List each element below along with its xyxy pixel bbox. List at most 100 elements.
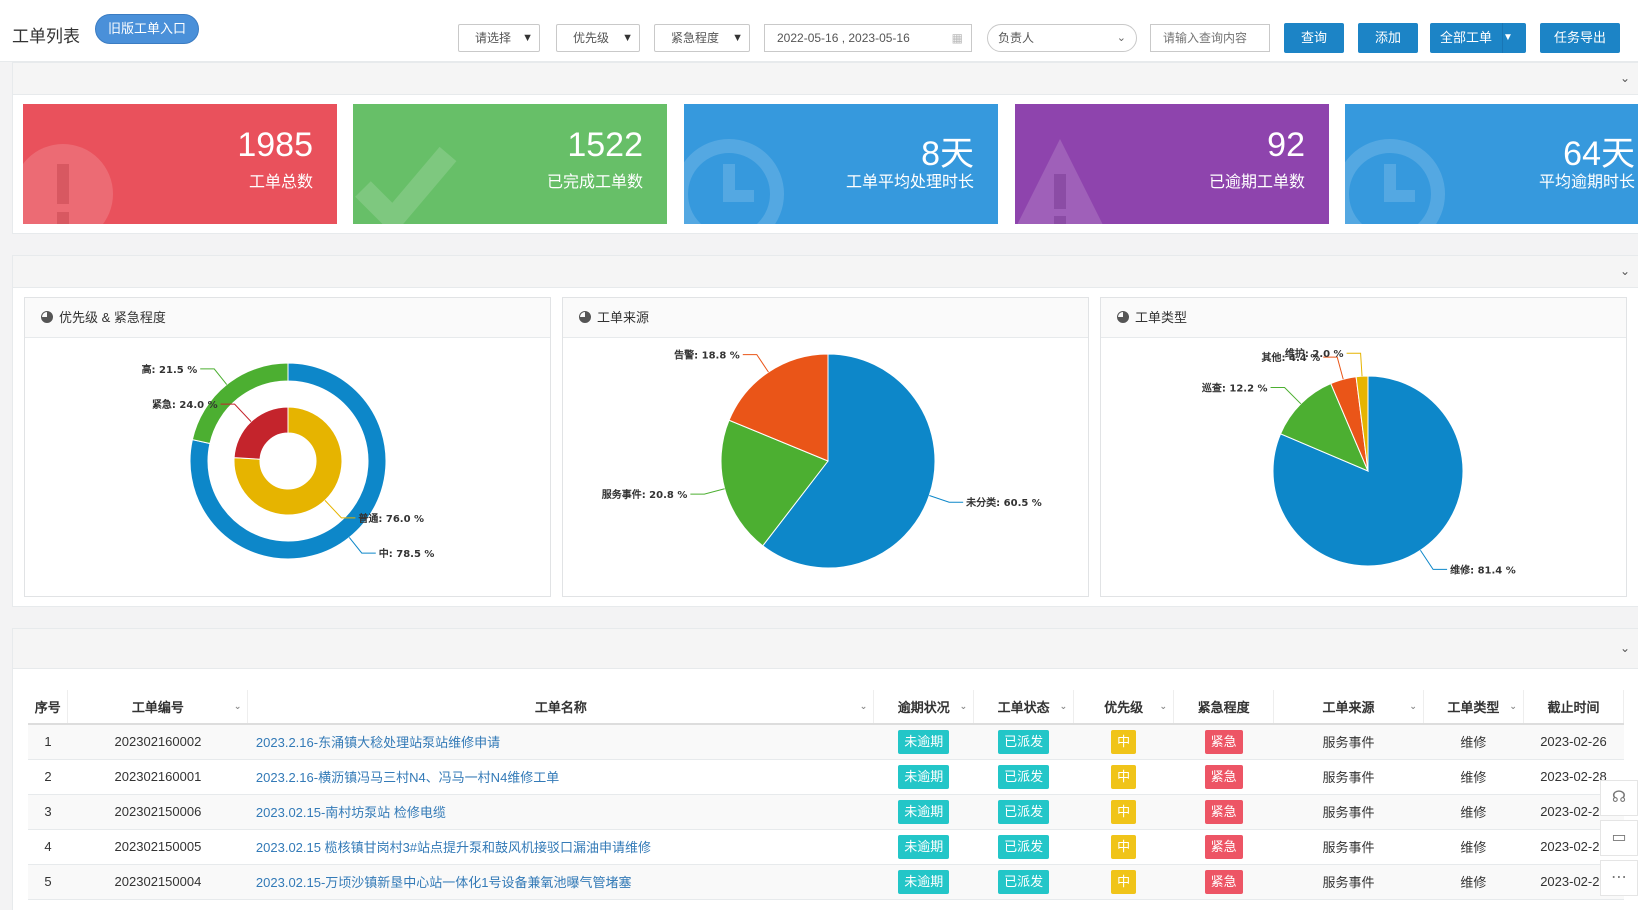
table-row[interactable]: 2 202302160001 2023.2.16-横沥镇冯马三村N4、冯马一村N4维…: [28, 759, 1624, 795]
chevron-down-icon: ▼: [732, 32, 743, 44]
chart-title: 工单类型: [1135, 310, 1188, 325]
order-code: 202302150006: [67, 794, 248, 830]
table-row[interactable]: 5 202302150004 2023.02.15-万顷沙镇新垦中心站一体化1号设备…: [28, 864, 1624, 900]
label-leader-line: [1323, 356, 1344, 380]
clock-icon: [684, 139, 784, 224]
headset-icon[interactable]: ☊: [1600, 780, 1638, 816]
slice-label: 未分类: 60.5 %: [965, 496, 1042, 509]
table-row[interactable]: 3 202302150006 2023.02.15-南村坊泵站 检修电缆 未逾期 已派发…: [28, 794, 1624, 830]
label-leader-line: [1419, 549, 1448, 570]
order-type: 维修: [1423, 864, 1524, 900]
order-name-link[interactable]: 2023.2.16-东涌镇大稔处理站泵站维修申请: [247, 724, 874, 760]
order-name-link[interactable]: 2023.02.15-万顷沙镇新垦中心站一体化1号设备兼氧池曝气管堵塞: [247, 864, 874, 900]
order-source: 服务事件: [1273, 794, 1424, 830]
chart-priority-urgency: 优先级 & 紧急程度 中: 78.5 % 高: 21.5 % 普通: 76.0 % 紧…: [24, 297, 551, 597]
stat-label: 工单平均处理时长: [845, 174, 974, 191]
order-source: 服务事件: [1273, 864, 1424, 900]
search-input[interactable]: [1150, 24, 1270, 52]
column-header[interactable]: 工单类型 ⌄: [1423, 690, 1524, 725]
stat-value: 1985: [237, 126, 313, 164]
work-order-table: 序号 工单编号 ⌄ 工单名称 ⌄ 逾期状况 ⌄ 工单状态 ⌄ 优先级 ⌄ 紧急程度 工单来源 ⌄ 工单类型 ⌄…: [28, 690, 1625, 900]
sort-chevron-icon[interactable]: ⌄: [860, 701, 868, 712]
sort-chevron-icon[interactable]: ⌄: [1509, 701, 1517, 712]
column-header[interactable]: 工单状态 ⌄: [973, 690, 1075, 725]
row-index: 1: [28, 724, 68, 760]
collapse-chevron-icon[interactable]: ⌄: [1620, 71, 1630, 85]
order-source: 服务事件: [1273, 724, 1424, 760]
sort-chevron-icon[interactable]: ⌄: [960, 701, 968, 712]
stat-value: 1522: [567, 126, 643, 164]
overdue-badge: 未逾期: [898, 764, 950, 789]
slice-label: 维修: 81.4 %: [1450, 563, 1516, 576]
chevron-down-icon: ⌄: [1116, 32, 1126, 44]
order-name-link[interactable]: 2023.02.15-南村坊泵站 检修电缆: [247, 794, 874, 830]
column-header[interactable]: 工单名称 ⌄: [247, 690, 875, 725]
pie-chart: 未分类: 60.5 % 服务事件: 20.8 % 告警: 18.8 %: [602, 349, 1042, 569]
column-header[interactable]: 逾期状况 ⌄: [873, 690, 975, 725]
chart-source: 工单来源 未分类: 60.5 % 服务事件: 20.8 % 告警: 18.8 %: [562, 297, 1089, 597]
priority-badge: 中: [1111, 729, 1137, 754]
donut-chart: 中: 78.5 % 高: 21.5 % 普通: 76.0 % 紧急: 24.0 %: [142, 362, 434, 560]
priority-badge: 中: [1111, 869, 1137, 894]
slice-label: 普通: 76.0 %: [358, 512, 424, 525]
slice-label: 巡查: 12.2 %: [1202, 382, 1268, 395]
order-type: 维修: [1423, 829, 1524, 865]
pie-slice-紧急[interactable]: [233, 406, 289, 460]
clock-icon: [1345, 139, 1445, 224]
chart-title: 优先级 & 紧急程度: [59, 310, 166, 325]
add-button[interactable]: 添加: [1358, 23, 1418, 53]
dropdown-caret-icon[interactable]: ▼: [1502, 23, 1526, 53]
panel-header: ⌄: [13, 629, 1638, 669]
table-header-row: 序号 工单编号 ⌄ 工单名称 ⌄ 逾期状况 ⌄ 工单状态 ⌄ 优先级 ⌄ 紧急程度 工单来源 ⌄ 工单类型 ⌄…: [28, 690, 1625, 725]
stat-label: 已完成工单数: [546, 174, 643, 191]
date-range-input[interactable]: 2022-05-16 , 2023-05-16 ▦: [764, 24, 972, 52]
stat-card: 1985 工单总数: [23, 104, 337, 224]
message-icon[interactable]: ▭: [1600, 820, 1638, 856]
column-header[interactable]: 序号: [28, 690, 69, 725]
row-index: 3: [28, 794, 68, 830]
order-type: 维修: [1423, 724, 1524, 760]
table-row[interactable]: 1 202302160002 2023.2.16-东涌镇大稔处理站泵站维修申请 未逾期…: [28, 724, 1624, 760]
query-button[interactable]: 查询: [1284, 23, 1344, 53]
order-name-link[interactable]: 2023.02.15 榄核镇甘岗村3#站点提升泵和鼓风机接驳口漏油申请维修: [247, 829, 874, 865]
priority-badge: 中: [1111, 834, 1137, 859]
label-leader-line: [1346, 352, 1363, 377]
status-badge: 已派发: [998, 834, 1050, 859]
urgency-badge: 紧急: [1204, 834, 1243, 859]
page-title: 工单列表: [12, 27, 80, 46]
slice-label: 维护: 2.0 %: [1285, 347, 1344, 360]
owner-select[interactable]: 负责人 ⌄: [987, 24, 1137, 52]
pie-chart-icon: [1117, 311, 1129, 323]
order-name-link[interactable]: 2023.2.16-横沥镇冯马三村N4、冯马一村N4维修工单: [247, 759, 874, 795]
table-row[interactable]: 4 202302150005 2023.02.15 榄核镇甘岗村3#站点提升泵和鼓风…: [28, 829, 1624, 865]
sort-chevron-icon[interactable]: ⌄: [1160, 701, 1168, 712]
order-code: 202302150004: [67, 864, 248, 900]
label-leader-line: [742, 354, 769, 373]
panel-header: ⌄: [13, 256, 1638, 288]
all-orders-button[interactable]: 全部工单 ▼: [1430, 23, 1526, 53]
priority-select[interactable]: 优先级 ▼: [556, 24, 640, 52]
old-entry-button[interactable]: 旧版工单入口: [95, 14, 200, 44]
slice-label: 紧急: 24.0 %: [152, 398, 218, 411]
urgency-select[interactable]: 紧急程度 ▼: [654, 24, 750, 52]
column-header[interactable]: 工单编号 ⌄: [67, 690, 249, 725]
sort-chevron-icon[interactable]: ⌄: [234, 701, 242, 712]
export-button[interactable]: 任务导出: [1540, 23, 1620, 53]
chevron-down-icon: ▼: [622, 32, 633, 44]
stat-card: 92 已逾期工单数: [1015, 104, 1329, 224]
collapse-chevron-icon[interactable]: ⌄: [1620, 264, 1630, 278]
collapse-chevron-icon[interactable]: ⌄: [1620, 641, 1630, 655]
column-header[interactable]: 工单来源 ⌄: [1273, 690, 1424, 725]
urgency-badge: 紧急: [1204, 729, 1243, 754]
column-header[interactable]: 紧急程度: [1173, 690, 1275, 725]
status-select[interactable]: 请选择 ▼: [458, 24, 540, 52]
toolbar: 工单列表 旧版工单入口 请选择 ▼ 优先级 ▼ 紧急程度 ▼ 2022-05-16 ,…: [0, 0, 1638, 62]
sort-chevron-icon[interactable]: ⌄: [1409, 701, 1417, 712]
column-header[interactable]: 优先级 ⌄: [1073, 690, 1175, 725]
more-icon[interactable]: ⋯: [1600, 860, 1638, 896]
stat-label: 平均逾期时长: [1538, 174, 1635, 191]
sort-chevron-icon[interactable]: ⌄: [1060, 701, 1068, 712]
row-index: 2: [28, 759, 68, 795]
warning-icon: [1017, 139, 1103, 224]
column-header[interactable]: 截止时间: [1523, 690, 1625, 725]
